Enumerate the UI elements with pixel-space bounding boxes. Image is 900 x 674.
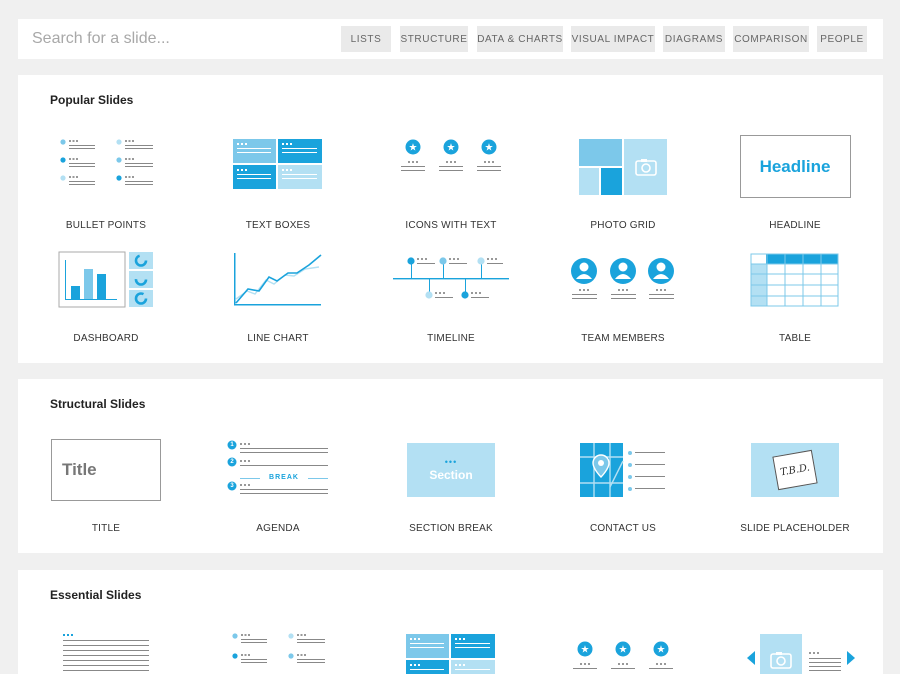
category-comparison-button[interactable]: COMPARISON [733,26,809,52]
slide-card-bullet-points[interactable]: BULLET POINTS [20,127,192,237]
popular-slides-panel: Popular Slides BULLET POINTS TEXT BOXES … [18,75,883,363]
slide-card-label: TIMELINE [427,333,475,344]
category-people-button[interactable]: PEOPLE [817,26,867,52]
slide-card-label: TITLE [91,523,121,534]
agenda-thumbnail: 1 2 3 BREAK [192,439,364,509]
photo-grid-thumbnail [537,139,709,209]
slide-card-label: TEAM MEMBERS [581,333,665,344]
category-data-charts-button[interactable]: DATA & CHARTS [477,26,563,52]
svg-text:★: ★ [409,143,418,154]
search-input[interactable] [18,19,338,59]
chevron-left-icon [747,651,755,665]
slide-card-label: PHOTO GRID [590,220,656,231]
slide-card-section-break[interactable]: ••• Section SECTION BREAK [365,437,537,547]
svg-text:★: ★ [619,645,628,656]
category-visual-impact-button[interactable]: VISUAL IMPACT [571,26,655,52]
chevron-right-icon [847,651,855,665]
agenda-number-1: 1 [230,442,234,448]
svg-text:★: ★ [447,143,456,154]
title-preview-text: Title [62,460,97,479]
slide-card-label: CONTACT US [589,523,657,534]
headline-thumbnail: Headline [709,135,881,205]
panel-title: Popular Slides [50,93,134,107]
icons-with-text-thumbnail: ★ ★ ★ [365,139,537,209]
category-lists-button[interactable]: LISTS [341,26,391,52]
slide-card-image-carousel[interactable] [709,628,881,674]
dashboard-thumbnail [20,251,192,321]
slide-card-table[interactable]: TABLE [709,245,881,355]
agenda-number-3: 3 [230,483,234,489]
svg-text:★: ★ [657,645,666,656]
agenda-number-2: 2 [230,459,234,465]
structural-slides-panel: Structural Slides Title TITLE 1 2 3 BREA… [18,379,883,553]
team-members-thumbnail [537,257,709,327]
contact-us-thumbnail [537,443,709,513]
svg-text:★: ★ [581,645,590,656]
slide-placeholder-thumbnail: T.B.D. [709,443,881,513]
slide-card-icons-with-text[interactable]: ★ ★ ★ [537,628,709,674]
essential-slides-panel: Essential Slides ★ ★ ★ [18,570,883,674]
placeholder-preview-text: T.B.D. [779,462,811,478]
slide-card-headline[interactable]: Headline HEADLINE [709,127,881,237]
slide-card-label: TEXT BOXES [245,220,311,231]
headline-preview-text: Headline [759,156,831,176]
slide-card-text-boxes[interactable]: TEXT BOXES [192,127,364,237]
text-boxes-thumbnail [192,135,364,205]
svg-text:★: ★ [485,143,494,154]
panel-title: Essential Slides [50,588,142,602]
panel-title: Structural Slides [50,397,146,411]
slide-card-text-boxes[interactable] [365,628,537,674]
slide-card-label: LINE CHART [247,333,309,344]
slide-card-agenda[interactable]: 1 2 3 BREAK AGENDA [192,437,364,547]
category-structure-button[interactable]: STRUCTURE [400,26,468,52]
section-break-thumbnail: ••• Section [365,443,537,513]
slide-card-label: TABLE [779,333,811,344]
slide-card-label: SLIDE PLACEHOLDER [740,523,850,534]
text-boxes-thumbnail [365,632,537,674]
image-carousel-thumbnail [709,632,881,674]
slide-card-text-list[interactable] [20,628,192,674]
table-thumbnail [709,253,881,323]
timeline-thumbnail [365,255,537,325]
slide-card-bullet-points[interactable] [192,628,364,674]
text-list-thumbnail [20,632,192,674]
slide-card-title[interactable]: Title TITLE [20,437,192,547]
bullet-points-thumbnail [192,632,364,674]
slide-card-dashboard[interactable]: DASHBOARD [20,245,192,355]
icons-with-text-thumbnail: ★ ★ ★ [537,640,709,674]
slide-card-label: AGENDA [256,523,300,534]
slide-card-line-chart[interactable]: LINE CHART [192,245,364,355]
slide-card-label: DASHBOARD [73,333,139,344]
slide-card-label: ICONS WITH TEXT [405,220,497,231]
line-chart-thumbnail [192,251,364,321]
slide-card-slide-placeholder[interactable]: T.B.D. SLIDE PLACEHOLDER [709,437,881,547]
agenda-break-label: BREAK [269,474,299,481]
slide-card-photo-grid[interactable]: PHOTO GRID [537,127,709,237]
slide-card-label: HEADLINE [769,220,821,231]
slide-card-label: SECTION BREAK [409,523,493,534]
bullet-points-thumbnail [20,135,192,205]
title-thumbnail: Title [20,439,192,509]
category-diagrams-button[interactable]: DIAGRAMS [663,26,725,52]
slide-card-timeline[interactable]: TIMELINE [365,245,537,355]
section-preview-text: Section [429,467,473,482]
slide-card-label: BULLET POINTS [65,220,147,231]
slide-card-team-members[interactable]: TEAM MEMBERS [537,245,709,355]
slide-card-contact-us[interactable]: CONTACT US [537,437,709,547]
search-bar: LISTS STRUCTURE DATA & CHARTS VISUAL IMP… [18,19,883,59]
slide-card-icons-with-text[interactable]: ★ ★ ★ ICONS WITH TEXT [365,127,537,237]
